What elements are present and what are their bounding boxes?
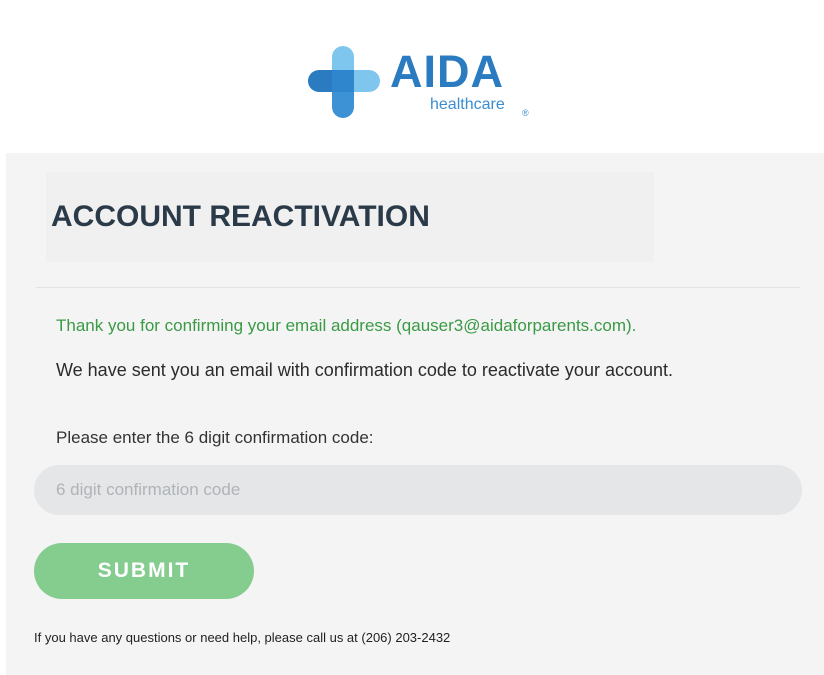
- submit-button[interactable]: SUBMIT: [34, 543, 254, 599]
- brand-tagline: healthcare: [430, 96, 505, 113]
- confirmation-code-input[interactable]: [34, 465, 802, 515]
- help-contact-text: If you have any questions or need help, …: [34, 630, 451, 645]
- registered-mark: ®: [522, 108, 529, 118]
- page-title: ACCOUNT REACTIVATION: [51, 200, 430, 233]
- page-header: AIDA healthcare ®: [0, 0, 824, 153]
- aida-logo: AIDA healthcare ®: [306, 44, 536, 124]
- medical-cross-icon: [308, 46, 380, 118]
- reactivation-panel: ACCOUNT REACTIVATION Thank you for confi…: [6, 153, 824, 675]
- code-sent-message: We have sent you an email with confirmat…: [56, 360, 673, 380]
- code-prompt-label: Please enter the 6 digit confirmation co…: [56, 428, 374, 447]
- brand-name: AIDA: [390, 46, 504, 97]
- email-confirmed-message: Thank you for confirming your email addr…: [56, 316, 637, 335]
- divider: [36, 287, 800, 288]
- title-container: ACCOUNT REACTIVATION: [46, 172, 654, 262]
